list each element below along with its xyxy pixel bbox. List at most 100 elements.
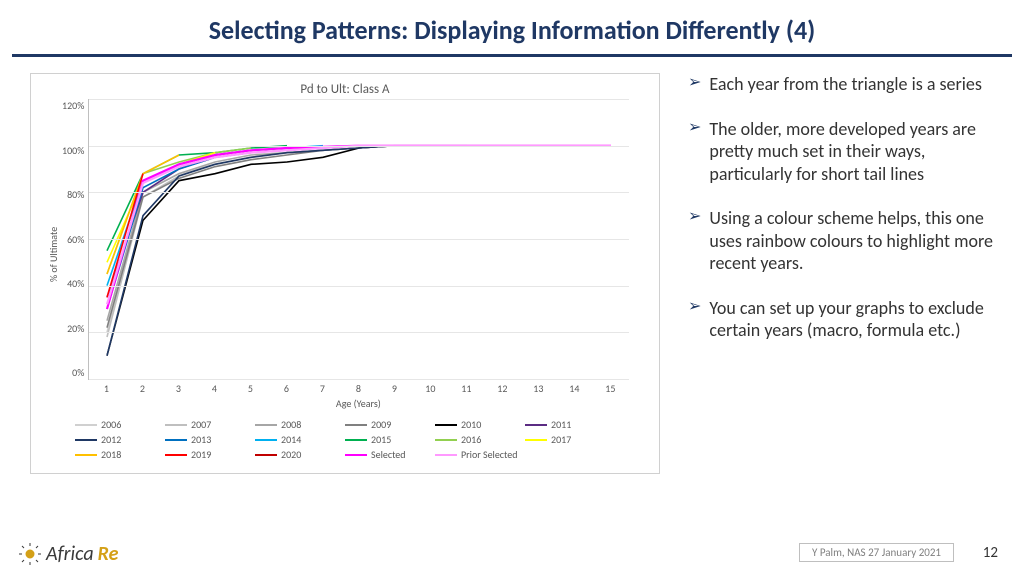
legend-label: 2019 — [191, 448, 211, 461]
legend-item: 2017 — [525, 433, 615, 446]
legend-item: 2011 — [525, 418, 615, 431]
legend-item: 2014 — [255, 433, 345, 446]
legend-label: Prior Selected — [461, 448, 518, 461]
x-tick: 1 — [88, 382, 124, 395]
legend-swatch — [165, 424, 187, 426]
legend-item: 2018 — [75, 448, 165, 461]
legend-item: 2007 — [165, 418, 255, 431]
x-ticks: 123456789101112131415 — [88, 382, 628, 395]
gridline — [89, 332, 629, 333]
content-row: Pd to Ult: Class A % of Ultimate 120%100… — [0, 57, 1024, 474]
series-line — [107, 146, 467, 356]
legend-swatch — [525, 424, 547, 426]
legend-item: 2019 — [165, 448, 255, 461]
legend-label: 2018 — [101, 448, 121, 461]
sun-icon — [18, 542, 42, 566]
chart-legend: 2006 2007 2008 2009 2010 2011 2012 2013 2014 2015… — [45, 418, 645, 463]
plot-area — [88, 99, 629, 380]
y-tick: 80% — [62, 188, 84, 201]
bullet-text: You can set up your graphs to exclude ce… — [709, 297, 1004, 342]
bullet-item: ➢Using a colour scheme helps, this one u… — [688, 207, 1004, 275]
legend-label: 2007 — [191, 418, 211, 431]
bullet-item: ➢The older, more developed years are pre… — [688, 118, 1004, 186]
bullet-item: ➢You can set up your graphs to exclude c… — [688, 297, 1004, 342]
legend-item: 2016 — [435, 433, 525, 446]
y-tick: 120% — [62, 99, 84, 112]
x-tick: 7 — [304, 382, 340, 395]
x-tick: 9 — [376, 382, 412, 395]
gridline — [89, 379, 629, 380]
legend-swatch — [165, 439, 187, 441]
logo: Africa Re — [18, 542, 118, 566]
series-line — [107, 146, 611, 309]
legend-label: Selected — [371, 448, 406, 461]
bullet-text: Using a colour scheme helps, this one us… — [709, 207, 1004, 275]
x-tick: 2 — [124, 382, 160, 395]
legend-item: Selected — [345, 448, 435, 461]
legend-item: 2015 — [345, 433, 435, 446]
y-tick: 20% — [62, 322, 84, 335]
y-tick: 60% — [62, 233, 84, 246]
x-tick: 6 — [268, 382, 304, 395]
chevron-right-icon: ➢ — [688, 73, 701, 96]
legend-swatch — [435, 439, 457, 441]
slide: Selecting Patterns: Displaying Informati… — [0, 0, 1024, 576]
legend-swatch — [345, 424, 367, 426]
x-tick: 8 — [340, 382, 376, 395]
legend-swatch — [345, 439, 367, 441]
chevron-right-icon: ➢ — [688, 297, 701, 342]
x-tick: 3 — [160, 382, 196, 395]
legend-label: 2016 — [461, 433, 481, 446]
bullet-text: The older, more developed years are pret… — [709, 118, 1004, 186]
legend-swatch — [255, 424, 277, 426]
legend-swatch — [75, 424, 97, 426]
x-tick: 13 — [520, 382, 556, 395]
legend-swatch — [525, 439, 547, 441]
chart-container: Pd to Ult: Class A % of Ultimate 120%100… — [30, 73, 660, 474]
gridline — [89, 146, 629, 147]
legend-item: Prior Selected — [435, 448, 525, 461]
legend-label: 2006 — [101, 418, 121, 431]
bullet-item: ➢ Each year from the triangle is a series — [688, 73, 1004, 96]
legend-label: 2015 — [371, 433, 391, 446]
gridline — [89, 286, 629, 287]
series-line — [107, 146, 611, 305]
chevron-right-icon: ➢ — [688, 118, 701, 186]
legend-swatch — [75, 454, 97, 456]
legend-swatch — [435, 424, 457, 426]
page-number: 12 — [983, 544, 998, 562]
page-title: Selecting Patterns: Displaying Informati… — [0, 0, 1024, 54]
bullet-text: Each year from the triangle is a series — [709, 73, 982, 96]
legend-label: 2013 — [191, 433, 211, 446]
gridline — [89, 99, 629, 100]
legend-item: 2013 — [165, 433, 255, 446]
legend-label: 2010 — [461, 418, 481, 431]
y-ticks: 120%100%80%60%40%20%0% — [62, 99, 88, 379]
legend-item: 2009 — [345, 418, 435, 431]
plot-column: 123456789101112131415 Age (Years) — [88, 99, 629, 410]
legend-label: 2017 — [551, 433, 571, 446]
x-tick: 4 — [196, 382, 232, 395]
chart-title: Pd to Ult: Class A — [45, 82, 645, 97]
gridline — [89, 239, 629, 240]
x-tick: 12 — [484, 382, 520, 395]
x-tick: 5 — [232, 382, 268, 395]
legend-label: 2008 — [281, 418, 301, 431]
x-tick: 11 — [448, 382, 484, 395]
x-axis-label: Age (Years) — [88, 397, 628, 410]
legend-item: 2012 — [75, 433, 165, 446]
legend-item: 2010 — [435, 418, 525, 431]
legend-swatch — [345, 454, 367, 456]
legend-swatch — [255, 454, 277, 456]
y-tick: 40% — [62, 277, 84, 290]
legend-label: 2011 — [551, 418, 571, 431]
legend-label: 2012 — [101, 433, 121, 446]
bullet-list: ➢ Each year from the triangle is a series… — [660, 73, 1004, 474]
x-tick: 10 — [412, 382, 448, 395]
y-axis-label: % of Ultimate — [45, 99, 62, 410]
footer: Africa Re Y Palm, NAS 27 January 2021 12 — [0, 538, 1024, 568]
legend-label: 2014 — [281, 433, 301, 446]
legend-label: 2009 — [371, 418, 391, 431]
y-tick: 100% — [62, 144, 84, 157]
x-tick: 15 — [592, 382, 628, 395]
